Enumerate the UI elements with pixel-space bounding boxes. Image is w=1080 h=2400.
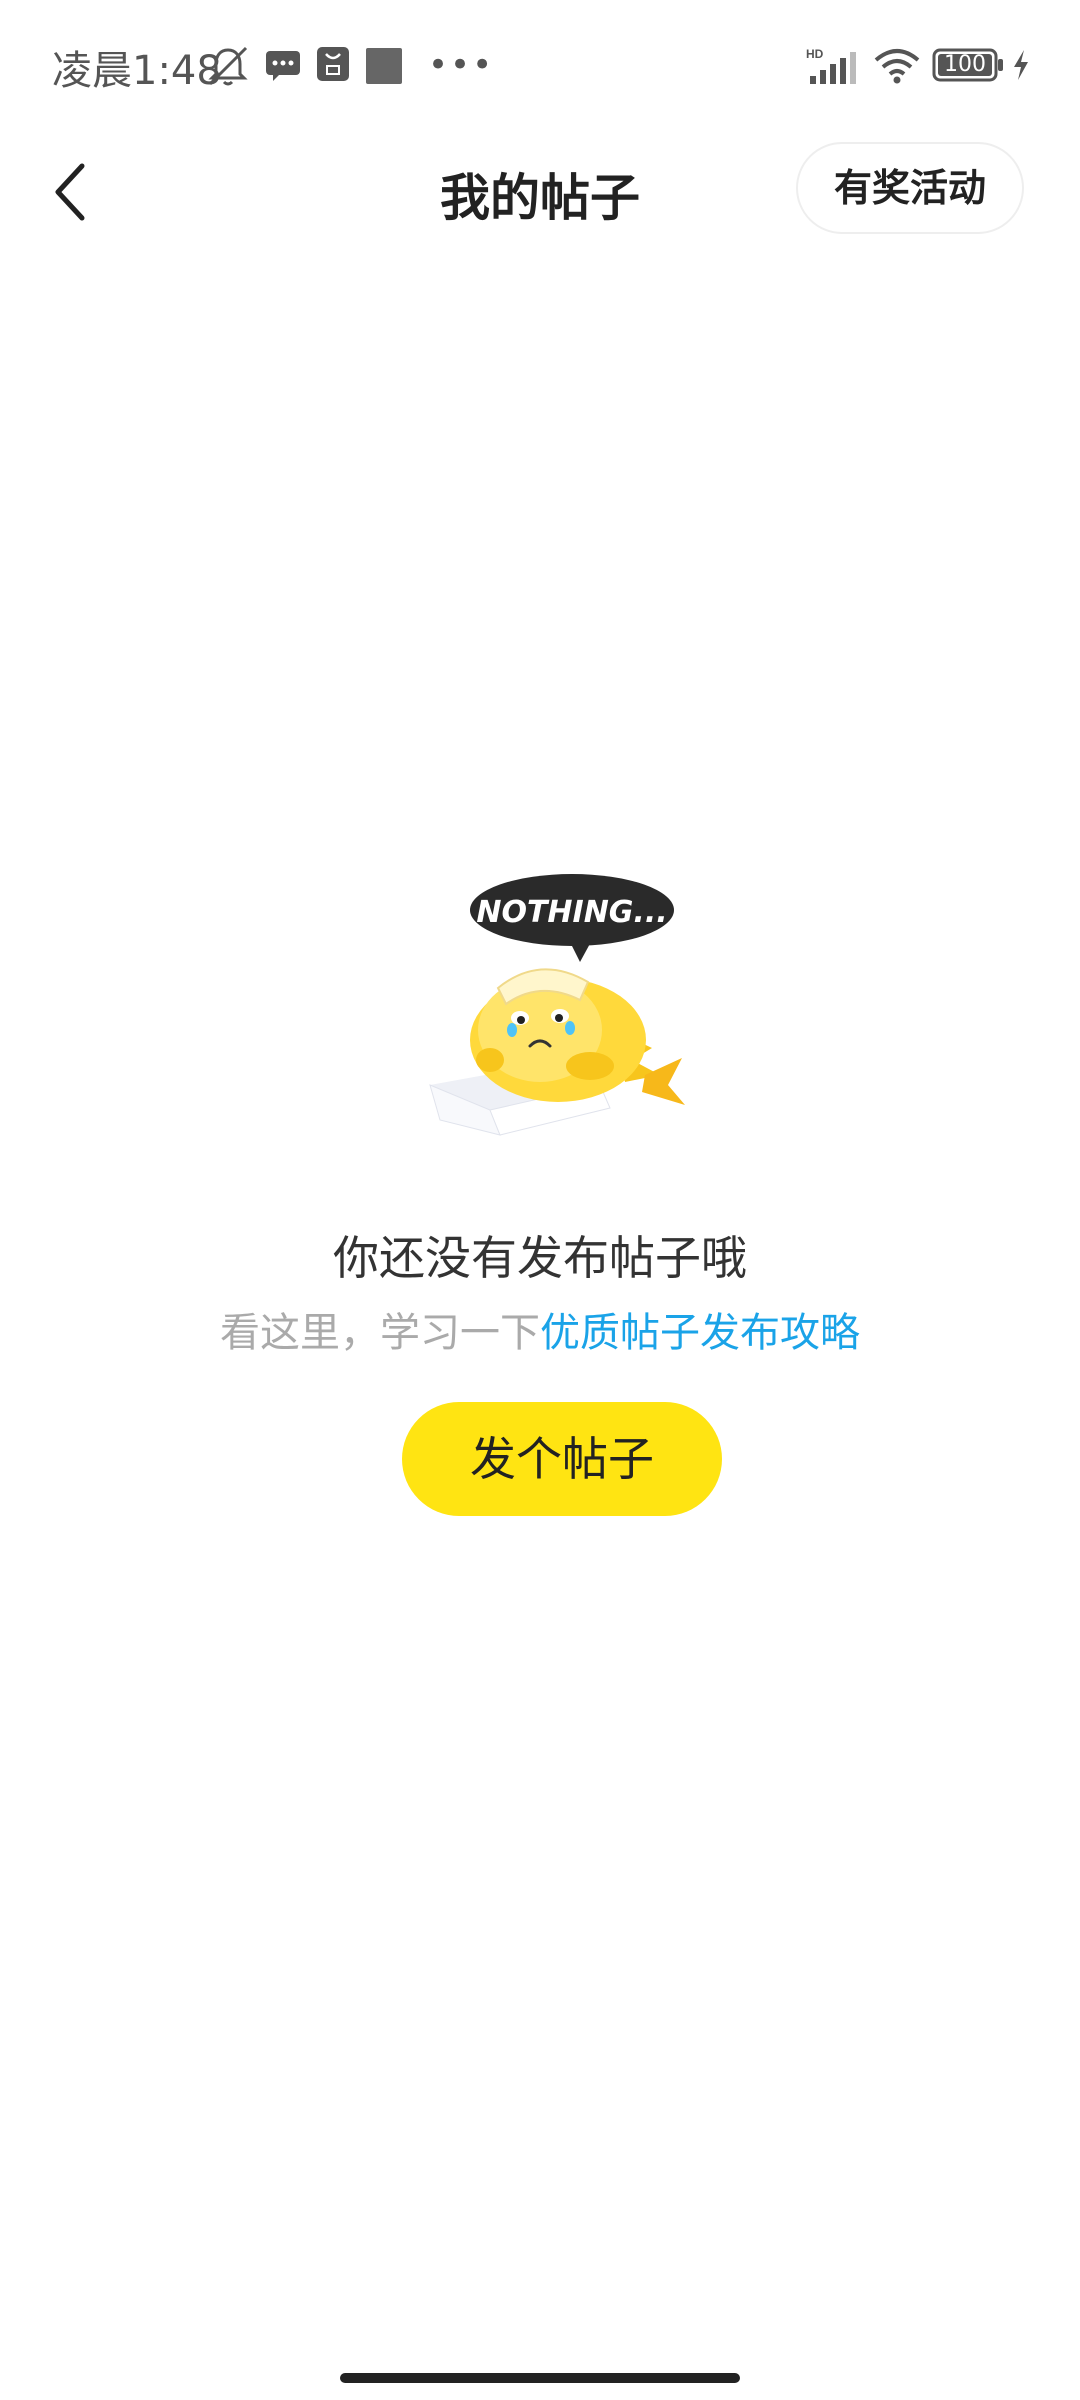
empty-illustration: NOTHING... bbox=[429, 874, 685, 1136]
status-bar: 凌晨1:48 ••• HD 100 bbox=[0, 0, 1080, 130]
bell-off-icon bbox=[208, 46, 248, 86]
square-icon bbox=[366, 48, 402, 84]
empty-state-title: 你还没有发布帖子哦 bbox=[333, 1231, 747, 1285]
svg-text:HD: HD bbox=[806, 47, 824, 61]
speech-bubble: NOTHING... bbox=[470, 874, 674, 962]
subtitle-prefix: 看这里，学习一下 bbox=[220, 1310, 540, 1356]
charging-icon bbox=[1014, 50, 1028, 80]
rewards-activity-button[interactable]: 有奖活动 bbox=[796, 142, 1024, 234]
header: 我的帖子 有奖活动 bbox=[0, 130, 1080, 250]
app-notification-icon bbox=[317, 47, 349, 81]
battery-icon: 100 bbox=[932, 48, 1006, 82]
status-time: 凌晨1:48 bbox=[52, 48, 222, 94]
message-icon bbox=[266, 51, 300, 81]
battery-level: 100 bbox=[944, 52, 986, 77]
more-dots-icon: ••• bbox=[428, 45, 495, 85]
home-indicator[interactable] bbox=[340, 2373, 740, 2383]
mascot bbox=[470, 968, 646, 1102]
hd-signal-icon: HD bbox=[806, 47, 856, 84]
wifi-icon bbox=[874, 49, 920, 84]
create-post-button[interactable]: 发个帖子 bbox=[402, 1402, 722, 1516]
posting-guide-link[interactable]: 优质帖子发布攻略 bbox=[540, 1310, 860, 1356]
nothing-text: NOTHING... bbox=[476, 895, 667, 930]
empty-state-subtitle: 看这里，学习一下优质帖子发布攻略 bbox=[0, 1300, 1080, 1358]
